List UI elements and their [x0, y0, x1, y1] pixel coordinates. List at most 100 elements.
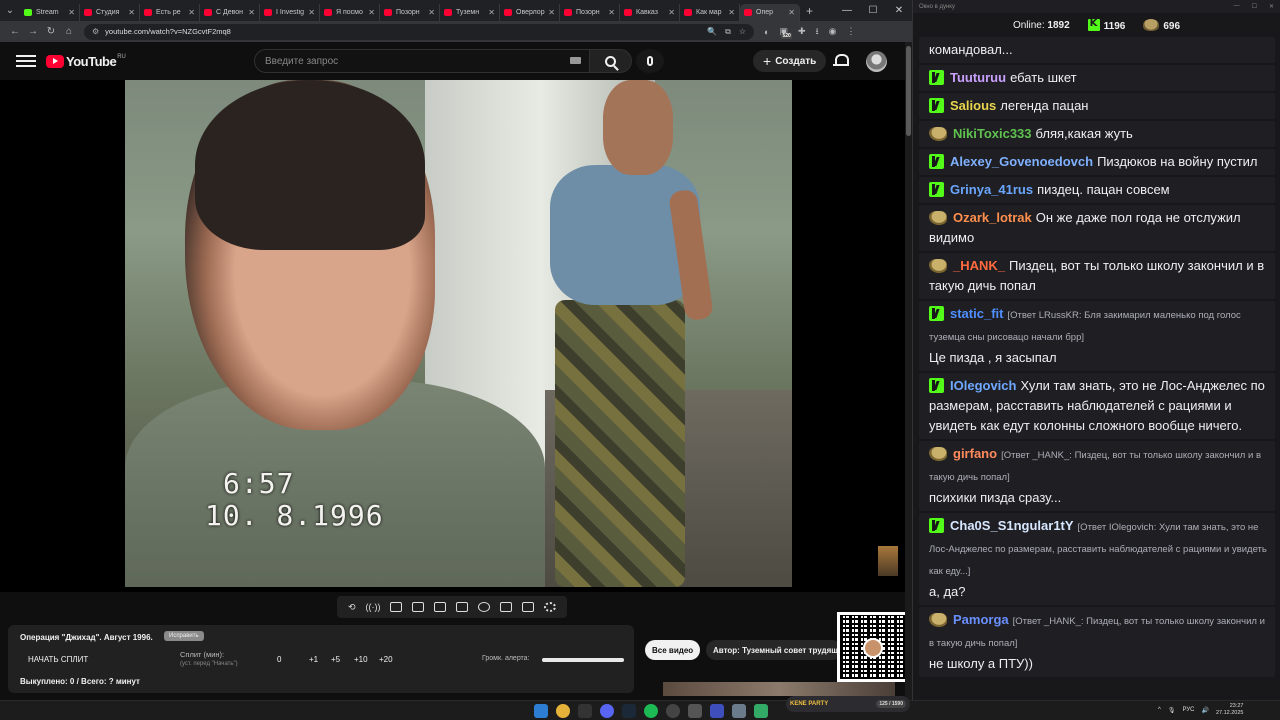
tab-close-icon[interactable]: ✕ [668, 8, 675, 17]
tab-close-icon[interactable]: ✕ [128, 8, 135, 17]
chat-username[interactable]: Alexey_Govenoedovch [950, 154, 1093, 169]
bookmark-star-icon[interactable]: ☆ [739, 27, 746, 37]
chat-username[interactable]: IOlegovich [950, 378, 1016, 393]
chat-message[interactable]: Tuuturuu ебать шкет [919, 65, 1275, 91]
profile-icon[interactable]: ◉ [829, 26, 837, 37]
browser-tab[interactable]: Как мар ✕ [680, 4, 740, 21]
home-icon[interactable]: ⌂ [60, 26, 78, 37]
chat-message[interactable]: girfano [Ответ _HANK_: Пиздец, вот ты тол… [919, 441, 1275, 511]
discord-icon[interactable] [600, 704, 614, 718]
minimize-icon[interactable]: — [1234, 3, 1240, 10]
tab-close-icon[interactable]: ✕ [788, 8, 795, 17]
start-split-button[interactable]: НАЧАТЬ СПЛИТ [28, 655, 88, 664]
corner-thumbnail[interactable] [878, 546, 898, 576]
tab-close-icon[interactable]: ✕ [68, 8, 75, 17]
browser-tab[interactable]: I Investig ✕ [260, 4, 320, 21]
start-icon[interactable] [534, 704, 548, 718]
author-chip[interactable]: Автор: Туземный совет трудящихся [706, 640, 842, 660]
alert-volume-slider[interactable] [542, 658, 624, 662]
spotify-icon[interactable] [644, 704, 658, 718]
page-scrollbar[interactable] [905, 42, 912, 700]
tab-close-icon[interactable]: ✕ [428, 8, 435, 17]
chat-message[interactable]: _HANK_ Пиздец, вот ты только школу законч… [919, 253, 1275, 299]
browser-tab[interactable]: Я посмо ✕ [320, 4, 380, 21]
extension-badge-icon[interactable]: ▣ 520 [779, 26, 792, 39]
extension-icon[interactable]: ◐ [764, 27, 769, 37]
video-player[interactable]: 6:57 10. 8.1996 [0, 80, 905, 592]
split-value-20[interactable]: +20 [379, 655, 393, 664]
split-value-5[interactable]: +5 [331, 655, 340, 664]
add-icon[interactable] [500, 602, 513, 612]
mic-tray-icon[interactable]: 🎙 [1168, 707, 1176, 714]
new-tab-icon[interactable]: + [800, 4, 819, 18]
pip-icon[interactable] [434, 602, 447, 612]
chat-username[interactable]: Ozark_lotrak [953, 210, 1032, 225]
close-window-icon[interactable]: ✕ [1269, 3, 1274, 10]
tab-close-icon[interactable]: ✕ [368, 8, 375, 17]
search-button[interactable] [590, 49, 632, 73]
chat-message[interactable]: командовал... [919, 37, 1275, 63]
browser-tab[interactable]: Опер ✕ [740, 4, 800, 21]
browser-tab[interactable]: Кавказ ✕ [620, 4, 680, 21]
browser-tab[interactable]: Туземн ✕ [440, 4, 500, 21]
tab-close-icon[interactable]: ✕ [728, 8, 735, 17]
browser-tab[interactable]: Оверлор ✕ [500, 4, 560, 21]
chat-message[interactable]: Cha0S_S1ngular1tY [Ответ IOlegovich: Хули… [919, 513, 1275, 605]
split-value-0[interactable]: 0 [277, 655, 281, 664]
app-icon[interactable] [688, 704, 702, 718]
browser-tab[interactable]: Студия ✕ [80, 4, 140, 21]
video-frame[interactable]: 6:57 10. 8.1996 [125, 80, 792, 587]
browser-tab[interactable]: С Девон ✕ [200, 4, 260, 21]
chat-message[interactable]: Alexey_Govenoedovch Пиздюков на войну пус… [919, 149, 1275, 175]
all-videos-chip[interactable]: Все видео [645, 640, 701, 660]
chat-username[interactable]: Grinya_41rus [950, 182, 1033, 197]
tab-search-icon[interactable]: ⌄ [0, 0, 20, 21]
tool-icon[interactable] [754, 704, 768, 718]
volume-tray-icon[interactable]: 🔊 [1201, 707, 1208, 714]
forward-icon[interactable]: → [24, 26, 42, 37]
tab-close-icon[interactable]: ✕ [248, 8, 255, 17]
kene-party-widget[interactable]: KENE PARTY 125 / 1590 [786, 696, 910, 712]
chat-messages[interactable]: командовал... Tuuturuu ебать шкет Salious ле… [919, 37, 1275, 697]
screen-icon[interactable] [390, 602, 403, 612]
taskview-icon[interactable] [578, 704, 592, 718]
frame-icon[interactable] [456, 602, 469, 612]
avatar[interactable] [866, 51, 887, 72]
camera-icon[interactable] [522, 602, 535, 612]
close-window-icon[interactable]: ✕ [886, 5, 912, 16]
tab-close-icon[interactable]: ✕ [308, 8, 315, 17]
window-icon[interactable] [732, 704, 746, 718]
chat-message[interactable]: Salious легенда пацан [919, 93, 1275, 119]
tab-close-icon[interactable]: ✕ [188, 8, 195, 17]
chat-username[interactable]: girfano [953, 446, 997, 461]
speed-icon[interactable] [478, 602, 491, 612]
tray-up-icon[interactable]: ^ [1158, 707, 1161, 713]
notifications-bell-icon[interactable] [833, 53, 849, 69]
back-icon[interactable]: ← [6, 26, 24, 37]
search-input[interactable] [254, 49, 590, 73]
voice-search-button[interactable] [636, 49, 664, 73]
site-info-icon[interactable]: ⚙ [92, 27, 99, 36]
gear-icon[interactable] [543, 602, 556, 612]
zoom-icon[interactable]: 🔍 [707, 27, 717, 37]
hamburger-menu-icon[interactable] [16, 55, 36, 67]
chat-username[interactable]: Salious [950, 98, 996, 113]
browser-tab[interactable]: Позорн ✕ [560, 4, 620, 21]
chat-message[interactable]: Pamorga [Ответ _HANK_: Пиздец, вот ты тол… [919, 607, 1275, 677]
player-icon[interactable] [710, 704, 724, 718]
maximize-icon[interactable]: ☐ [1252, 3, 1257, 10]
download-icon[interactable]: ⭳ [816, 24, 819, 40]
minimize-icon[interactable]: — [834, 5, 860, 16]
split-value-10[interactable]: +10 [354, 655, 368, 664]
chat-message[interactable]: Grinya_41rus пиздец. пацан совсем [919, 177, 1275, 203]
broadcast-icon[interactable]: ((·)) [365, 602, 380, 612]
split-value-1[interactable]: +1 [309, 655, 318, 664]
url-field[interactable]: ⚙ youtube.com/watch?v=NZGcvtF2mq8 🔍 ⧉ ☆ [84, 23, 754, 40]
browser-tab[interactable]: Позорн ✕ [380, 4, 440, 21]
lang-indicator[interactable]: РУС [1182, 707, 1194, 713]
puzzle-icon[interactable]: ✚ [798, 26, 806, 37]
chat-username[interactable]: Cha0S_S1ngular1tY [950, 518, 1074, 533]
more-menu-icon[interactable]: ⋮ [847, 26, 856, 37]
clapper-icon[interactable] [412, 602, 425, 612]
browser-tab[interactable]: Есть ре ✕ [140, 4, 200, 21]
